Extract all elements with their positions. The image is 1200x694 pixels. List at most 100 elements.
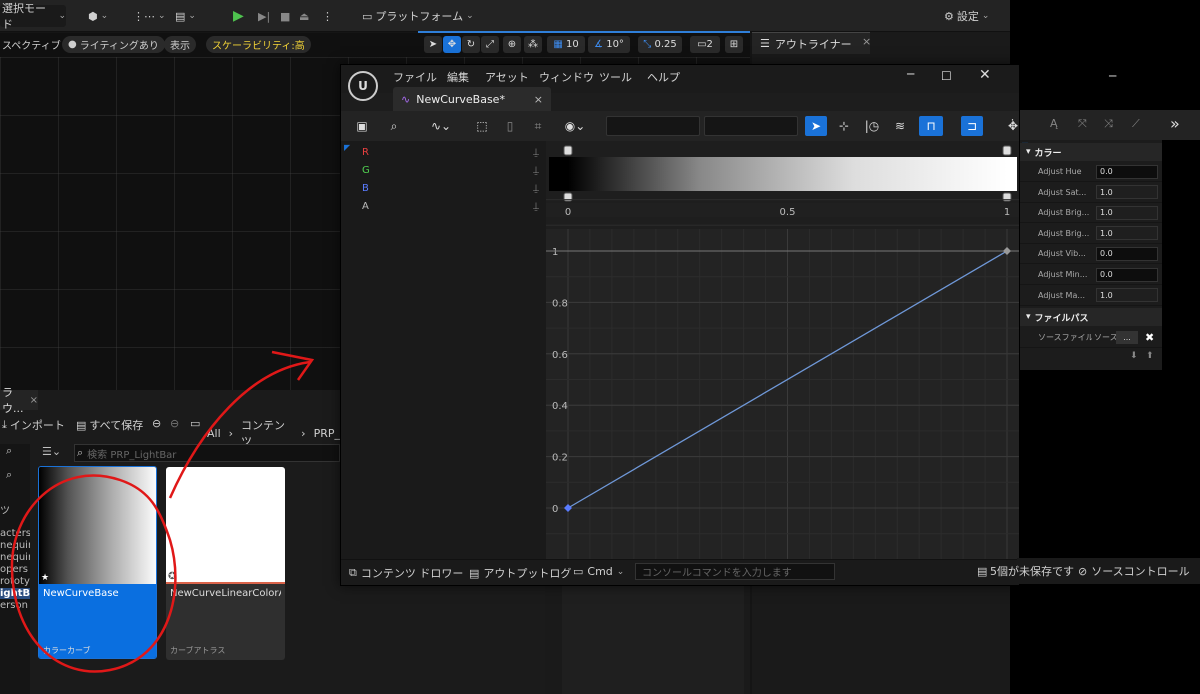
menu-window[interactable]: ウィンドウ — [539, 69, 594, 85]
unsaved-count[interactable]: 5個が未保存です — [990, 563, 1074, 579]
show-button[interactable]: 表示 — [164, 36, 196, 53]
arrow-down-icon[interactable]: ⬇ — [1130, 351, 1138, 361]
platform-dropdown[interactable]: ▭ プラットフォーム ⌄ — [362, 5, 474, 27]
fit-button[interactable]: ▯ — [501, 116, 519, 136]
detail-value-field[interactable]: 0.0 — [1096, 246, 1158, 261]
close-icon[interactable]: × — [862, 35, 871, 48]
world-local-button[interactable]: ⊕ — [503, 36, 521, 53]
menu-tools[interactable]: ツール — [599, 69, 632, 85]
play-button[interactable]: ▶ — [233, 5, 244, 27]
curve-graph[interactable]: 0 0.5 1 1 0.8 0.6 0.4 0.2 0 — [546, 141, 1019, 560]
select-tool-button[interactable]: ➤ — [424, 36, 442, 53]
lighting-label: ライティングあり — [79, 41, 159, 52]
scale-tool-button[interactable]: ⤢ — [481, 36, 499, 53]
pin-icon[interactable]: ⍊ — [533, 165, 539, 176]
surface-snap-button[interactable]: ⁂ — [524, 36, 542, 53]
lower-panels — [340, 586, 750, 694]
content-drawer-label: コンテンツ ドロワー — [360, 567, 464, 580]
detail-value-field[interactable]: 1.0 — [1096, 288, 1158, 303]
step-button[interactable]: ▶| — [258, 5, 270, 27]
y-tick-label: 0 — [552, 504, 558, 515]
blueprint-button[interactable]: ⋮⋯ ⌄ — [133, 5, 166, 27]
zoom-button[interactable]: ⌗ — [529, 116, 547, 136]
arrow-up-icon[interactable]: ⬆ — [1146, 351, 1154, 361]
lighting-button[interactable]: ● ライティングあり — [62, 36, 165, 53]
asset-tab-label: NewCurveBase* — [416, 92, 505, 106]
key-user-icon[interactable]: ⤧ — [1078, 117, 1087, 131]
perspective-button[interactable]: スペクティブ — [0, 36, 67, 53]
time-field[interactable] — [606, 116, 700, 136]
clear-icon[interactable]: ✖ — [1145, 331, 1154, 344]
curve-view-dropdown[interactable]: ∿⌄ — [427, 116, 455, 136]
add-actor-button[interactable]: ⬢ ⌄ — [88, 5, 108, 27]
scale-snap-button[interactable]: ⤡ 0.25 — [638, 36, 682, 53]
maximize-icon[interactable]: ☐ — [941, 69, 952, 83]
expand-toolbar-icon[interactable]: » — [1170, 114, 1180, 133]
channel-a[interactable]: A — [362, 201, 369, 212]
menu-edit[interactable]: 編集 — [447, 69, 469, 85]
output-log-label: アウトプットログ — [483, 567, 572, 580]
browse-button[interactable]: ⌕ — [385, 116, 403, 136]
asset-tab[interactable]: ∿ NewCurveBase* × — [393, 87, 551, 111]
stop-button[interactable]: ■ — [280, 5, 290, 27]
key-break-icon[interactable]: ⤨ — [1104, 117, 1113, 131]
retime-tool-button[interactable]: |◷ — [863, 116, 881, 136]
browse-source-button[interactable]: ... — [1116, 331, 1138, 344]
close-icon[interactable]: × — [534, 93, 543, 106]
pin-icon[interactable]: ⍊ — [533, 183, 539, 194]
snap-value-button[interactable]: ⊐ — [961, 116, 983, 136]
select-mode-dropdown[interactable]: 選択モード ⌄ — [0, 2, 66, 31]
select-tool-button[interactable]: ➤ — [805, 116, 827, 136]
scalability-button[interactable]: スケーラビリティ:高 — [206, 36, 311, 53]
output-log-button[interactable]: ▤ アウトプットログ — [469, 565, 571, 581]
translate-tool-button[interactable]: ✥ — [443, 36, 461, 53]
more-icon[interactable]: ⋮ — [1007, 117, 1018, 130]
cmd-dropdown[interactable]: ▭ Cmd ⌄ — [573, 565, 624, 578]
eject-button[interactable]: ⏏ — [299, 5, 309, 27]
channel-b[interactable]: B — [362, 183, 369, 194]
console-input[interactable]: コンソールコマンドを入力します — [635, 563, 835, 580]
play-icon: ▶ — [233, 8, 244, 24]
channel-r[interactable]: R — [362, 147, 369, 158]
file-section-header[interactable]: ▾ ファイルパス — [1020, 308, 1162, 326]
camera-speed-button[interactable]: ▭ 2 — [690, 36, 720, 53]
source-control-button[interactable]: ⊘ ソースコントロール — [1078, 563, 1190, 579]
key-linear-icon[interactable]: ⟋ — [1132, 117, 1140, 131]
outliner-tab[interactable]: ☰ アウトライナー × — [752, 32, 871, 54]
pin-icon[interactable]: ⍊ — [533, 201, 539, 212]
cinematics-button[interactable]: ▤ ⌄ — [175, 5, 196, 27]
detail-value-field[interactable]: 1.0 — [1096, 185, 1158, 200]
snap-time-button[interactable]: ⊓ — [919, 116, 943, 136]
menu-help[interactable]: ヘルプ — [647, 69, 680, 85]
rotation-snap-button[interactable]: ∡ 10° — [588, 36, 630, 53]
window-close-icon[interactable]: ✕ — [979, 67, 991, 83]
key-auto-icon[interactable]: Ą — [1050, 117, 1058, 130]
settings-dropdown[interactable]: ⚙ 設定 ⌄ — [944, 5, 989, 27]
fit-icon: ▯ — [506, 119, 514, 133]
grid-snap-value: 10 — [565, 39, 579, 50]
rotate-tool-button[interactable]: ↻ — [462, 36, 480, 53]
color-section-header[interactable]: ▾ カラー — [1020, 143, 1162, 161]
save-button[interactable]: ▣ — [353, 116, 371, 136]
visibility-dropdown[interactable]: ◉⌄ — [561, 116, 589, 136]
transform-tool-button[interactable]: ⊹ — [835, 116, 853, 136]
content-drawer-button[interactable]: ⧉ コンテンツ ドロワー — [349, 565, 463, 581]
pin-icon[interactable]: ⍊ — [533, 147, 539, 158]
minimize-icon[interactable]: ─ — [907, 67, 914, 81]
grid-snap-button[interactable]: ▦ 10 — [547, 36, 585, 53]
menu-file[interactable]: ファイル — [393, 69, 437, 85]
detail-value-field[interactable]: 0.0 — [1096, 164, 1158, 179]
layout-button[interactable]: ⊞ — [725, 36, 743, 53]
curve-graph-svg[interactable]: 0 0.5 1 1 0.8 0.6 0.4 0.2 0 — [546, 141, 1019, 560]
menu-asset[interactable]: アセット — [485, 69, 529, 85]
detail-value-field[interactable]: 1.0 — [1096, 205, 1158, 220]
detail-value-field[interactable]: 1.0 — [1096, 226, 1158, 241]
unsaved-button[interactable]: ▤ — [977, 565, 987, 578]
multi-scale-button[interactable]: ≋ — [891, 116, 909, 136]
value-field[interactable] — [704, 116, 798, 136]
frame-button[interactable]: ⬚ — [473, 116, 491, 136]
channel-g[interactable]: G — [362, 165, 370, 176]
play-options-button[interactable]: ⋮ — [322, 5, 333, 27]
detail-value-field[interactable]: 0.0 — [1096, 267, 1158, 282]
minimize-icon[interactable]: ─ — [1109, 69, 1116, 83]
